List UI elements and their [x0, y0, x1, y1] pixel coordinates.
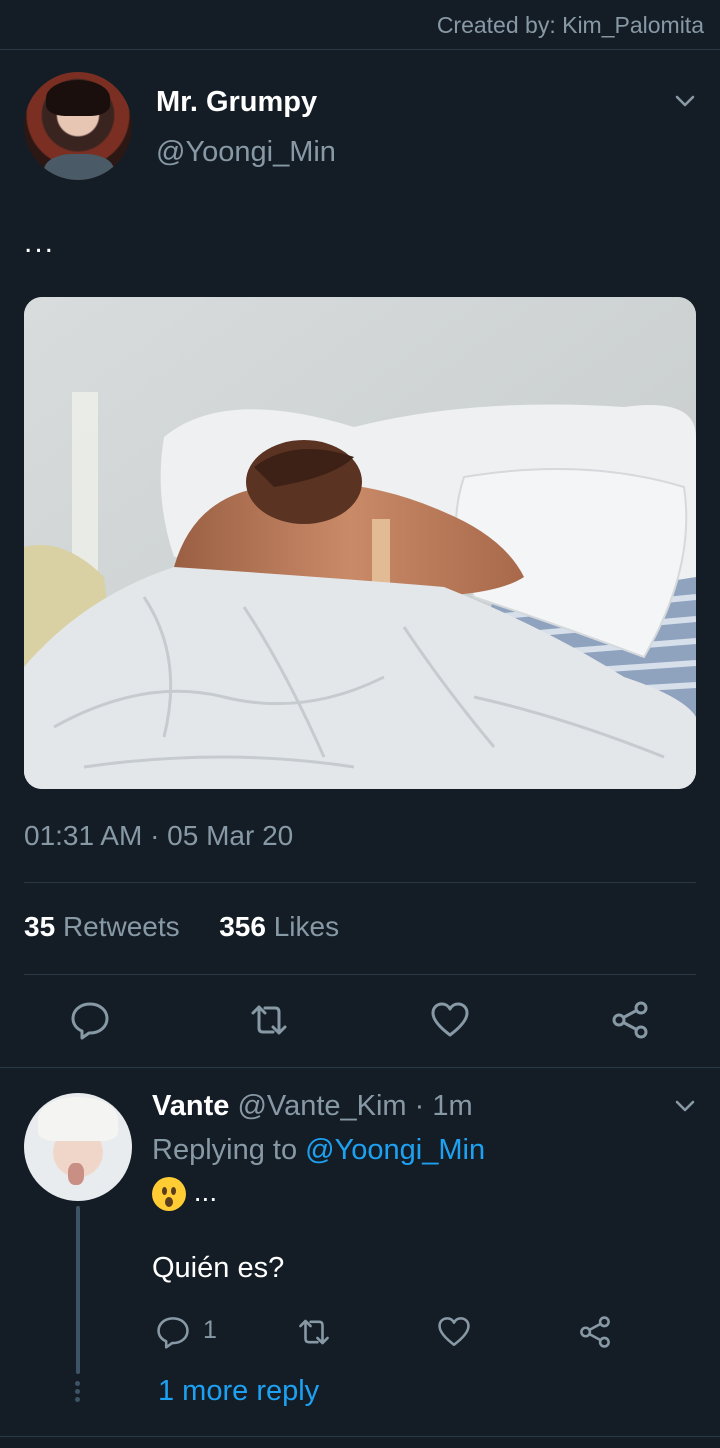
thread-line [76, 1206, 80, 1374]
divider [0, 1436, 720, 1437]
reply-author-name[interactable]: Vante [152, 1090, 229, 1122]
credit-text: Created by: Kim_Palomita [436, 12, 704, 38]
chevron-down-icon[interactable] [672, 1093, 698, 1119]
heart-icon[interactable] [430, 1000, 470, 1040]
tweet-timestamp: 01:31 AM · 05 Mar 20 [24, 820, 294, 851]
reply-author-avatar[interactable] [24, 1093, 132, 1201]
reply-time: · 1m [414, 1090, 473, 1122]
more-replies-link[interactable]: 1 more reply [158, 1375, 319, 1408]
likes-label[interactable]: Likes [274, 911, 339, 942]
retweets-label[interactable]: Retweets [63, 911, 180, 942]
author-handle[interactable]: @Yoongi_Min [156, 136, 336, 169]
tweet-stats: 35 Retweets 356 Likes [24, 911, 339, 943]
reply-icon[interactable] [156, 1315, 190, 1349]
author-avatar[interactable] [24, 72, 132, 180]
tweet-text: ... [24, 226, 56, 259]
reply-emoji-suffix: ... [193, 1176, 218, 1207]
likes-count[interactable]: 356 [219, 911, 266, 942]
replying-prefix: Replying to [152, 1134, 298, 1166]
divider [24, 974, 696, 975]
tweet-detail-page: Created by: Kim_Palomita Mr. Grumpy @Yoo… [0, 0, 720, 1448]
retweet-icon[interactable] [297, 1315, 331, 1349]
author-display-name[interactable]: Mr. Grumpy [156, 86, 317, 119]
share-icon[interactable] [578, 1315, 612, 1349]
replying-to-mention[interactable]: @Yoongi_Min [305, 1134, 485, 1166]
chevron-down-icon[interactable] [672, 88, 698, 114]
credit-bar: Created by: Kim_Palomita [0, 0, 720, 50]
reply-header: Vante @Vante_Kim · 1m [152, 1090, 473, 1123]
tweet-photo[interactable] [24, 297, 696, 789]
reply-author-handle[interactable]: @Vante_Kim [237, 1090, 406, 1122]
retweet-icon[interactable] [249, 1000, 289, 1040]
replying-to: Replying to @Yoongi_Min [152, 1134, 485, 1167]
divider [0, 1067, 720, 1068]
thread-dots [75, 1381, 81, 1405]
reply-icon[interactable] [70, 1000, 110, 1040]
divider [24, 882, 696, 883]
photo-illustration [24, 297, 696, 789]
share-icon[interactable] [610, 1000, 650, 1040]
reply-count: 1 [203, 1316, 217, 1344]
reply-emoji-line: ... [152, 1176, 217, 1211]
hushed-face-emoji [152, 1176, 186, 1211]
retweets-count[interactable]: 35 [24, 911, 55, 942]
heart-icon[interactable] [437, 1315, 471, 1349]
reply-text: Quién es? [152, 1252, 285, 1284]
